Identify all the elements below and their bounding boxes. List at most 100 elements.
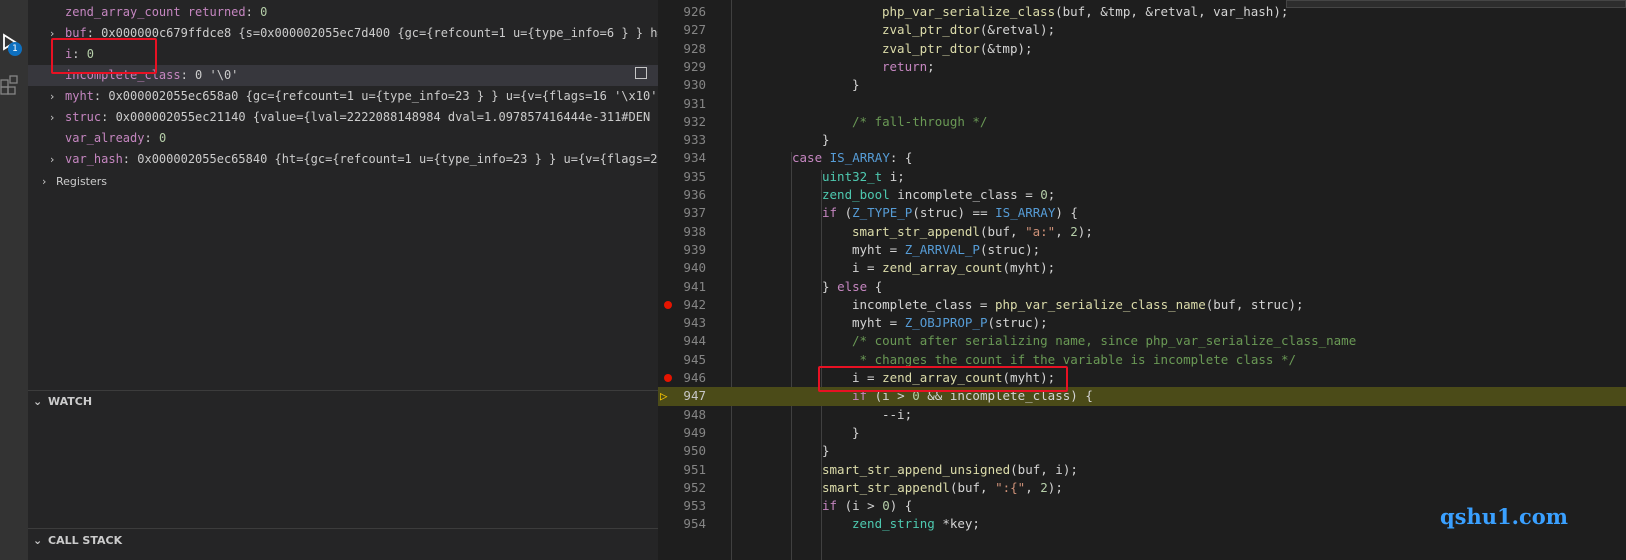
code-line[interactable]: 950} bbox=[658, 442, 1626, 460]
code-line[interactable]: 952 smart_str_appendl(buf, ":{", 2); bbox=[658, 479, 1626, 497]
code-line[interactable]: 944 /* count after serializing name, sinc… bbox=[658, 332, 1626, 350]
code-line[interactable]: 931 bbox=[658, 95, 1626, 113]
chevron-right-icon[interactable]: › bbox=[50, 107, 60, 128]
highlight-box-line-946 bbox=[818, 366, 1068, 392]
code-line[interactable]: 926 php_var_serialize_class(buf, &tmp, &r… bbox=[658, 3, 1626, 21]
code-line[interactable]: 930} bbox=[658, 76, 1626, 94]
code-text: i = zend_array_count(myht); bbox=[852, 259, 1055, 277]
call-stack-title: CALL STACK bbox=[48, 534, 123, 547]
code-token: if bbox=[822, 205, 838, 221]
line-number: 934 bbox=[683, 150, 706, 166]
variable-value: 0 bbox=[260, 5, 268, 19]
code-token: ) { bbox=[889, 498, 913, 514]
code-line[interactable]: 938 smart_str_appendl(buf, "a:", 2); bbox=[658, 223, 1626, 241]
code-token: (struc); bbox=[979, 241, 1041, 257]
code-token: (buf, bbox=[949, 479, 996, 495]
code-token: Z_OBJPROP_P bbox=[904, 315, 988, 331]
line-number: 933 bbox=[683, 132, 706, 148]
registers-group[interactable]: › Registers bbox=[28, 171, 658, 192]
code-line[interactable]: 939 myht = Z_ARRVAL_P(struc); bbox=[658, 241, 1626, 259]
code-token: "a:" bbox=[1025, 223, 1056, 239]
code-token: --i; bbox=[882, 406, 913, 422]
code-text: smart_str_appendl(buf, ":{", 2); bbox=[822, 479, 1063, 497]
variable-separator: : bbox=[144, 131, 159, 145]
code-token: ) { bbox=[1055, 205, 1078, 221]
line-number: 936 bbox=[683, 187, 706, 202]
code-token: case bbox=[792, 150, 823, 166]
code-token: } bbox=[822, 443, 830, 459]
code-line[interactable]: 941} else { bbox=[658, 278, 1626, 296]
code-line[interactable]: 943 myht = Z_OBJPROP_P(struc); bbox=[658, 314, 1626, 332]
code-line[interactable]: 942 incomplete_class = php_var_serialize_… bbox=[658, 296, 1626, 314]
variable-separator: : bbox=[180, 68, 196, 82]
watch-section-header[interactable]: ⌄ WATCH bbox=[28, 391, 658, 413]
code-text: zend_string *key; bbox=[852, 515, 980, 533]
code-token: (buf, struc); bbox=[1205, 296, 1304, 312]
code-token: ); bbox=[1077, 223, 1093, 239]
code-token: IS_ARRAY bbox=[829, 150, 890, 166]
code-token: ; bbox=[1047, 187, 1056, 202]
code-token: ); bbox=[1047, 479, 1063, 495]
code-token: smart_str_appendl bbox=[822, 479, 950, 495]
code-token: myht = bbox=[852, 315, 905, 331]
code-line[interactable]: 934 case IS_ARRAY: { bbox=[658, 149, 1626, 167]
line-number: 952 bbox=[683, 479, 706, 495]
code-line[interactable]: 948 --i; bbox=[658, 406, 1626, 424]
code-line[interactable]: 935 uint32_t i; bbox=[658, 168, 1626, 186]
line-number: 944 bbox=[683, 333, 706, 349]
line-number: 940 bbox=[683, 260, 706, 276]
code-line[interactable]: 937 if (Z_TYPE_P(struc) == IS_ARRAY) { bbox=[658, 204, 1626, 222]
variable-value: 0 '\0' bbox=[195, 68, 239, 82]
chevron-right-icon[interactable]: › bbox=[50, 86, 60, 107]
code-text: php_var_serialize_class(buf, &tmp, &retv… bbox=[882, 3, 1288, 21]
code-token: Z_ARRVAL_P bbox=[904, 241, 980, 257]
line-number: 947 bbox=[683, 388, 706, 404]
code-text: smart_str_appendl(buf, "a:", 2); bbox=[852, 223, 1093, 241]
code-token: /* fall-through */ bbox=[852, 113, 988, 129]
line-number: 938 bbox=[683, 223, 706, 239]
activity-bar: 1 bbox=[0, 0, 28, 560]
code-token: i = bbox=[852, 260, 883, 276]
view-binary-icon[interactable] bbox=[635, 67, 647, 79]
line-number: 930 bbox=[683, 77, 706, 93]
code-token: if bbox=[822, 498, 838, 514]
extensions-icon[interactable] bbox=[0, 72, 28, 100]
code-line[interactable]: 945 * changes the count if the variable … bbox=[658, 351, 1626, 369]
code-line[interactable]: 936 zend_bool incomplete_class = 0; bbox=[658, 186, 1626, 204]
code-token: ; bbox=[927, 58, 935, 74]
code-line[interactable]: 940 i = zend_array_count(myht); bbox=[658, 259, 1626, 277]
code-line[interactable]: 928 zval_ptr_dtor(&tmp); bbox=[658, 40, 1626, 58]
code-line[interactable]: 927 zval_ptr_dtor(&retval); bbox=[658, 21, 1626, 39]
code-token: uint32_t bbox=[822, 168, 883, 184]
code-line[interactable]: 929 return; bbox=[658, 58, 1626, 76]
variable-row[interactable]: › var_hash: 0x000002055ec65840 {ht={gc={r… bbox=[28, 149, 658, 170]
line-number: 945 bbox=[683, 351, 706, 367]
code-line[interactable]: 949} bbox=[658, 424, 1626, 442]
code-token: (myht); bbox=[1002, 260, 1056, 276]
chevron-right-icon[interactable]: › bbox=[50, 149, 60, 170]
code-text: zval_ptr_dtor(&retval); bbox=[882, 21, 1055, 39]
code-token: 0 bbox=[882, 498, 890, 514]
variable-separator: : bbox=[245, 5, 261, 19]
code-line[interactable]: 951 smart_str_append_unsigned(buf, i); bbox=[658, 461, 1626, 479]
variable-row[interactable]: zend_array_count returned: 0 bbox=[28, 2, 658, 23]
call-stack-section-header[interactable]: ⌄ CALL STACK bbox=[28, 530, 658, 552]
variable-separator: : bbox=[101, 110, 116, 124]
code-token: (i > bbox=[837, 498, 883, 514]
code-token: (struc) == bbox=[912, 205, 996, 221]
code-line[interactable]: ▷ 947 if (i > 0 && incomplete_class) { bbox=[658, 387, 1626, 406]
code-text: } bbox=[852, 424, 860, 442]
variable-row[interactable]: › myht: 0x000002055ec658a0 {gc={refcount=… bbox=[28, 86, 658, 107]
code-editor[interactable]: 926 php_var_serialize_class(buf, &tmp, &r… bbox=[658, 0, 1626, 560]
code-token: 0 bbox=[1040, 187, 1048, 202]
line-number: 954 bbox=[683, 516, 706, 532]
line-number: 927 bbox=[683, 22, 706, 38]
code-line[interactable]: 946 i = zend_array_count(myht); bbox=[658, 369, 1626, 387]
code-line[interactable]: 933} bbox=[658, 131, 1626, 149]
variable-row[interactable]: var_already: 0 bbox=[28, 128, 658, 149]
code-token: , bbox=[1025, 479, 1041, 495]
variable-row[interactable]: › struc: 0x000002055ec21140 {value={lval=… bbox=[28, 107, 658, 128]
variable-name: var_already bbox=[65, 131, 145, 145]
registers-label: Registers bbox=[56, 175, 108, 188]
code-line[interactable]: 932 /* fall-through */ bbox=[658, 113, 1626, 131]
